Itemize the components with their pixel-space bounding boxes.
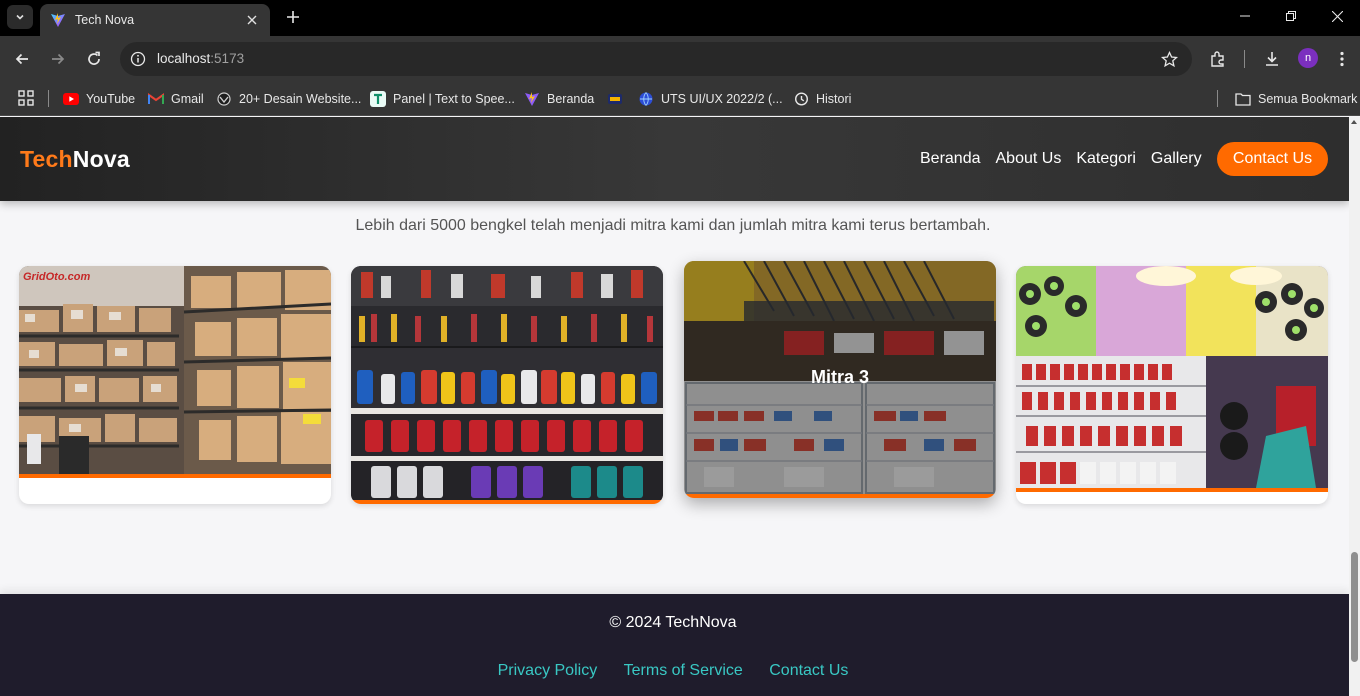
globe-icon xyxy=(638,91,654,107)
bookmark-uts-uiux[interactable]: UTS UI/UX 2022/2 (... xyxy=(638,88,783,110)
minimize-button[interactable] xyxy=(1222,0,1268,32)
bookmark-text-to-speech[interactable]: Panel | Text to Spee... xyxy=(370,88,515,110)
window-controls xyxy=(1222,0,1360,32)
minimize-icon xyxy=(1240,15,1250,17)
footer-link-privacy[interactable]: Privacy Policy xyxy=(498,662,598,679)
forward-button[interactable] xyxy=(45,46,71,72)
card-accent-bar xyxy=(351,500,663,504)
reload-button[interactable] xyxy=(81,46,107,72)
bookmark-gmail[interactable]: Gmail xyxy=(148,88,204,110)
mitra-card-2[interactable] xyxy=(351,266,663,504)
site-header: TechNova Beranda About Us Kategori Galle… xyxy=(0,117,1349,201)
gmail-icon xyxy=(148,91,164,107)
bookmark-beranda[interactable]: Beranda xyxy=(524,88,594,110)
site-nav: Beranda About Us Kategori Gallery xyxy=(920,142,1217,176)
plus-icon xyxy=(287,11,299,23)
arrow-left-icon xyxy=(15,53,28,65)
bookmark-app-icon xyxy=(607,91,623,107)
mitra-photo-2 xyxy=(351,266,663,500)
restore-icon xyxy=(1286,11,1296,21)
browser-tab-bar: Tech Nova xyxy=(0,0,1360,36)
nav-about-us[interactable]: About Us xyxy=(996,150,1062,168)
nav-gallery[interactable]: Gallery xyxy=(1151,150,1202,168)
footer-link-contact[interactable]: Contact Us xyxy=(769,662,848,679)
url-text: localhost:5173 xyxy=(157,51,245,66)
bookmark-youtube[interactable]: YouTube xyxy=(63,88,135,110)
bookmarks-bar: YouTube Gmail 20+ Desain Website... Pane… xyxy=(0,82,1360,116)
card-accent-bar xyxy=(19,474,331,478)
tab-title: Tech Nova xyxy=(75,13,135,27)
site-info-icon[interactable] xyxy=(128,49,148,69)
mitra-card-1[interactable]: GridOto.com xyxy=(19,266,331,504)
toolbar-divider xyxy=(1244,50,1245,68)
apps-grid-icon[interactable] xyxy=(17,89,35,107)
card-hover-overlay: Mitra 3 xyxy=(684,261,996,494)
browser-tab-active[interactable]: Tech Nova xyxy=(40,4,270,36)
profile-avatar[interactable]: n xyxy=(1298,48,1318,68)
scrollbar-thumb[interactable] xyxy=(1351,552,1358,662)
close-window-button[interactable] xyxy=(1314,0,1360,32)
extensions-icon[interactable] xyxy=(1207,48,1229,70)
mitra-photo-1: GridOto.com xyxy=(19,266,331,474)
t-icon xyxy=(370,91,386,107)
scroll-up-icon[interactable] xyxy=(1351,120,1357,124)
tab-search-button[interactable] xyxy=(7,5,33,29)
history-icon xyxy=(793,91,809,107)
vite-icon xyxy=(51,13,65,27)
new-tab-button[interactable] xyxy=(282,6,304,28)
bookmark-desain-website[interactable]: 20+ Desain Website... xyxy=(216,88,361,110)
mitra-description: Lebih dari 5000 bengkel telah menjadi mi… xyxy=(355,217,991,234)
card-accent-bar xyxy=(684,494,996,498)
address-bar[interactable]: localhost:5173 xyxy=(120,42,1192,76)
back-button[interactable] xyxy=(9,46,35,72)
mitra-card-3[interactable]: Mitra 3 xyxy=(684,261,996,498)
card-accent-bar xyxy=(1016,488,1328,492)
page-scrollbar[interactable] xyxy=(1349,117,1360,696)
chevron-down-icon xyxy=(16,14,24,20)
bookmarks-divider-right xyxy=(1217,90,1218,107)
bookmark-histori[interactable]: Histori xyxy=(793,88,851,110)
reload-icon xyxy=(88,51,100,65)
browser-toolbar: localhost:5173 n xyxy=(0,36,1360,82)
tab-close-icon[interactable] xyxy=(244,12,260,28)
download-icon[interactable] xyxy=(1261,48,1283,70)
mitra-photo-4 xyxy=(1016,266,1328,488)
folder-icon xyxy=(1235,91,1251,107)
site-footer: © 2024 TechNova Privacy Policy Terms of … xyxy=(0,594,1349,696)
footer-copyright: © 2024 TechNova xyxy=(609,614,737,631)
vite-icon xyxy=(524,91,540,107)
all-bookmarks[interactable]: Semua Bookmark xyxy=(1235,88,1357,110)
restore-button[interactable] xyxy=(1268,0,1314,32)
contact-us-button[interactable]: Contact Us xyxy=(1217,142,1328,176)
bookmark-star-icon[interactable] xyxy=(1160,50,1178,68)
bookmarks-divider xyxy=(48,90,49,107)
web-page: TechNova Beranda About Us Kategori Galle… xyxy=(0,117,1349,696)
mitra-card-4[interactable] xyxy=(1016,266,1328,504)
footer-links: Privacy Policy Terms of Service Contact … xyxy=(0,662,1346,680)
card-title: Mitra 3 xyxy=(810,367,870,387)
youtube-icon xyxy=(63,91,79,107)
bookmark-app[interactable] xyxy=(607,88,630,110)
nav-kategori[interactable]: Kategori xyxy=(1076,150,1136,168)
arrow-right-icon xyxy=(52,53,65,65)
svg-text:GridOto.com: GridOto.com xyxy=(23,271,90,283)
nav-beranda[interactable]: Beranda xyxy=(920,150,981,168)
more-menu-icon[interactable] xyxy=(1331,48,1353,70)
footer-link-terms[interactable]: Terms of Service xyxy=(624,662,743,679)
site-logo[interactable]: TechNova xyxy=(20,146,130,173)
close-icon xyxy=(1331,10,1343,22)
site-icon xyxy=(216,91,232,107)
